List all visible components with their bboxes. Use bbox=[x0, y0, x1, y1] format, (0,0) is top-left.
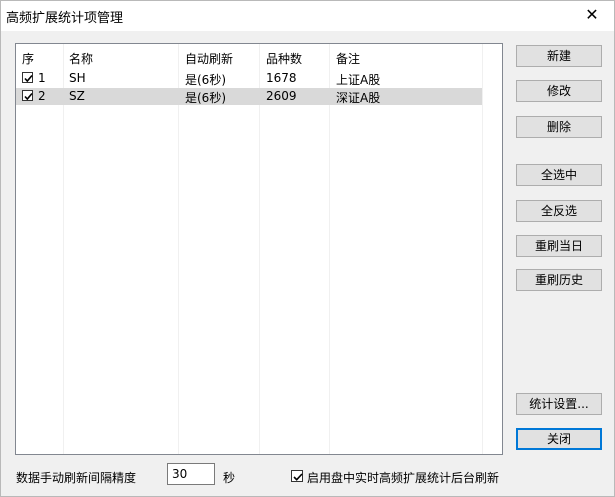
table-row[interactable]: 2 SZ 是(6秒) 2609 深证A股 bbox=[16, 88, 482, 105]
check-icon bbox=[24, 74, 33, 83]
new-button[interactable]: 新建 bbox=[516, 45, 602, 67]
interval-unit-label: 秒 bbox=[223, 471, 236, 485]
column-header-index[interactable]: 序 bbox=[22, 50, 34, 67]
row-note: 上证A股 bbox=[336, 73, 381, 87]
stats-item-list[interactable]: 序 名称 自动刷新 品种数 备注 1 SH 是(6秒) 1678 上证A股 2 … bbox=[15, 43, 503, 455]
column-divider bbox=[329, 44, 330, 454]
row-auto-refresh: 是(6秒) bbox=[185, 73, 226, 87]
row-auto-refresh: 是(6秒) bbox=[185, 91, 226, 105]
column-header-note[interactable]: 备注 bbox=[336, 50, 360, 67]
interval-input[interactable] bbox=[167, 463, 215, 485]
close-button[interactable]: 关闭 bbox=[516, 428, 602, 450]
background-refresh-label[interactable]: 启用盘中实时高频扩展统计后台刷新 bbox=[307, 469, 499, 486]
row-name: SH bbox=[69, 71, 86, 85]
column-divider bbox=[259, 44, 260, 454]
column-divider bbox=[482, 44, 483, 454]
column-divider bbox=[178, 44, 179, 454]
check-icon bbox=[293, 473, 303, 481]
row-checkbox[interactable] bbox=[22, 72, 33, 83]
window-title: 高频扩展统计项管理 bbox=[6, 11, 124, 26]
row-index: 2 bbox=[38, 89, 46, 103]
delete-button[interactable]: 删除 bbox=[516, 116, 602, 138]
row-index: 1 bbox=[38, 71, 46, 85]
column-header-name[interactable]: 名称 bbox=[69, 50, 93, 67]
row-name: SZ bbox=[69, 89, 85, 103]
interval-label: 数据手动刷新间隔精度 bbox=[16, 471, 137, 485]
row-note: 深证A股 bbox=[336, 91, 381, 105]
select-all-button[interactable]: 全选中 bbox=[516, 164, 602, 186]
stats-settings-button[interactable]: 统计设置... bbox=[516, 393, 602, 415]
table-row[interactable]: 1 SH 是(6秒) 1678 上证A股 bbox=[16, 70, 482, 87]
column-header-count[interactable]: 品种数 bbox=[266, 50, 302, 67]
edit-button[interactable]: 修改 bbox=[516, 80, 602, 102]
refresh-history-button[interactable]: 重刷历史 bbox=[516, 269, 602, 291]
row-checkbox[interactable] bbox=[22, 90, 33, 101]
invert-selection-button[interactable]: 全反选 bbox=[516, 200, 602, 222]
row-count: 2609 bbox=[266, 89, 297, 103]
check-icon bbox=[24, 92, 33, 101]
list-header: 序 名称 自动刷新 品种数 备注 bbox=[16, 44, 502, 70]
dialog-window: 高频扩展统计项管理 ✕ 序 名称 自动刷新 品种数 备注 1 SH 是(6秒) … bbox=[0, 0, 615, 497]
title-bar[interactable]: 高频扩展统计项管理 ✕ bbox=[1, 1, 614, 31]
row-count: 1678 bbox=[266, 71, 297, 85]
column-header-auto-refresh[interactable]: 自动刷新 bbox=[185, 50, 233, 67]
column-divider bbox=[63, 44, 64, 454]
background-refresh-checkbox[interactable] bbox=[291, 470, 303, 482]
close-icon[interactable]: ✕ bbox=[570, 1, 614, 31]
refresh-today-button[interactable]: 重刷当日 bbox=[516, 235, 602, 257]
